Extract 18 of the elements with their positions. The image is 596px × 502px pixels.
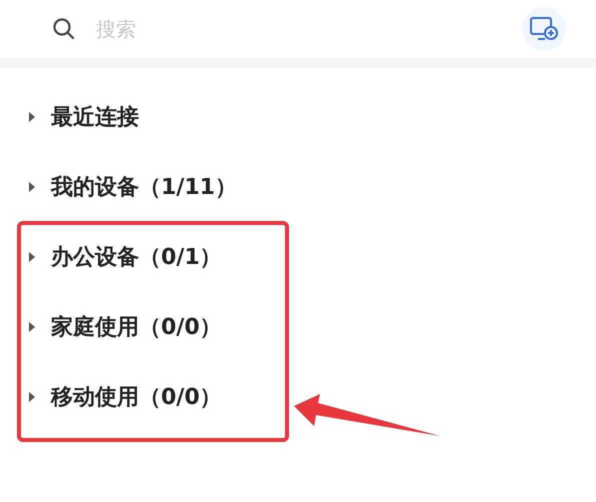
search-icon: [52, 17, 76, 41]
group-label: 移动使用（0/0）: [51, 384, 222, 412]
add-device-button[interactable]: [522, 7, 566, 51]
device-group[interactable]: 移动使用（0/0）: [0, 362, 596, 432]
device-group[interactable]: 我的设备（1/11）: [0, 152, 596, 222]
caret-right-icon: [28, 182, 36, 192]
device-group[interactable]: 家庭使用（0/0）: [0, 292, 596, 362]
group-label: 办公设备（0/1）: [51, 244, 222, 272]
group-label: 家庭使用（0/0）: [51, 314, 222, 342]
device-group[interactable]: 办公设备（0/1）: [0, 222, 596, 292]
caret-right-icon: [28, 392, 36, 402]
monitor-plus-icon: [529, 15, 559, 43]
group-label: 我的设备（1/11）: [51, 174, 237, 202]
group-label: 最近连接: [51, 104, 139, 132]
caret-right-icon: [28, 112, 36, 122]
device-group[interactable]: 最近连接: [0, 82, 596, 152]
caret-right-icon: [28, 252, 36, 262]
caret-right-icon: [28, 322, 36, 332]
